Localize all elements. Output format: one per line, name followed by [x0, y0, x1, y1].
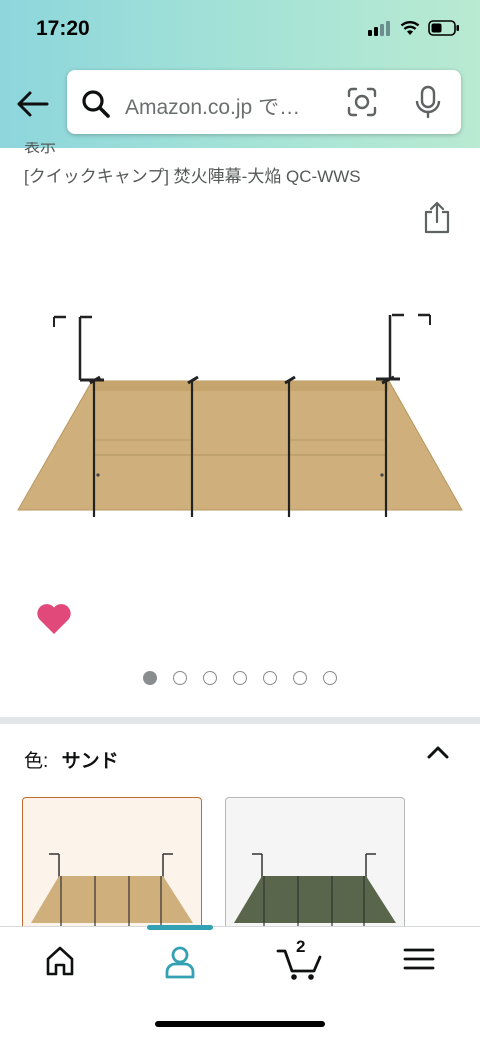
- swatch-image-sand: [31, 853, 193, 928]
- swatch-image-olive: [234, 853, 396, 928]
- search-icon: [82, 90, 110, 118]
- search-placeholder: Amazon.co.jp で…: [125, 96, 301, 119]
- carousel-dot[interactable]: [323, 671, 337, 685]
- status-time: 17:20: [36, 17, 90, 40]
- nav-account[interactable]: [163, 945, 197, 984]
- camera-scan-icon[interactable]: [347, 87, 377, 117]
- variation-label: 色:: [24, 751, 49, 772]
- nav-menu[interactable]: [403, 945, 435, 978]
- product-title: [クイックキャンプ] 焚火陣幕-大焔 QC-WWS: [24, 167, 361, 186]
- variation-value: サンド: [61, 751, 119, 772]
- carousel-dot[interactable]: [293, 671, 307, 685]
- microphone-icon[interactable]: [415, 85, 441, 119]
- battery-icon: [428, 20, 459, 36]
- status-icons: [368, 20, 460, 36]
- nav-cart[interactable]: 2: [276, 937, 322, 986]
- active-tab-indicator: [147, 925, 213, 930]
- carousel-dot[interactable]: [173, 671, 187, 685]
- carousel-dot[interactable]: [233, 671, 247, 685]
- wifi-icon: [400, 21, 420, 35]
- chevron-up-icon[interactable]: [427, 744, 449, 760]
- home-indicator: [155, 1021, 325, 1027]
- variation-swatch-sand[interactable]: [22, 797, 202, 937]
- nav-home[interactable]: [44, 945, 76, 982]
- carousel-dot[interactable]: [203, 671, 217, 685]
- product-image[interactable]: [14, 305, 466, 525]
- back-button[interactable]: [14, 86, 52, 122]
- home-icon: [46, 946, 74, 976]
- search-input[interactable]: Amazon.co.jp で…: [67, 70, 461, 134]
- heart-icon[interactable]: [36, 603, 72, 635]
- variation-swatch-olive[interactable]: [225, 797, 405, 937]
- share-icon[interactable]: [423, 200, 451, 234]
- carousel-dot[interactable]: [143, 671, 157, 685]
- carousel-dot[interactable]: [263, 671, 277, 685]
- status-bar: 17:20: [0, 0, 480, 60]
- variation-row: 色: サンド: [24, 746, 119, 773]
- menu-icon: [403, 948, 435, 970]
- truncated-link-text[interactable]: 表示: [24, 142, 56, 154]
- account-icon: [165, 946, 195, 979]
- back-arrow-icon: [17, 91, 49, 117]
- cart-count-badge: 2: [296, 937, 306, 956]
- image-carousel-dots: [143, 671, 337, 685]
- section-divider: [0, 717, 480, 724]
- cellular-signal-icon: [368, 21, 390, 36]
